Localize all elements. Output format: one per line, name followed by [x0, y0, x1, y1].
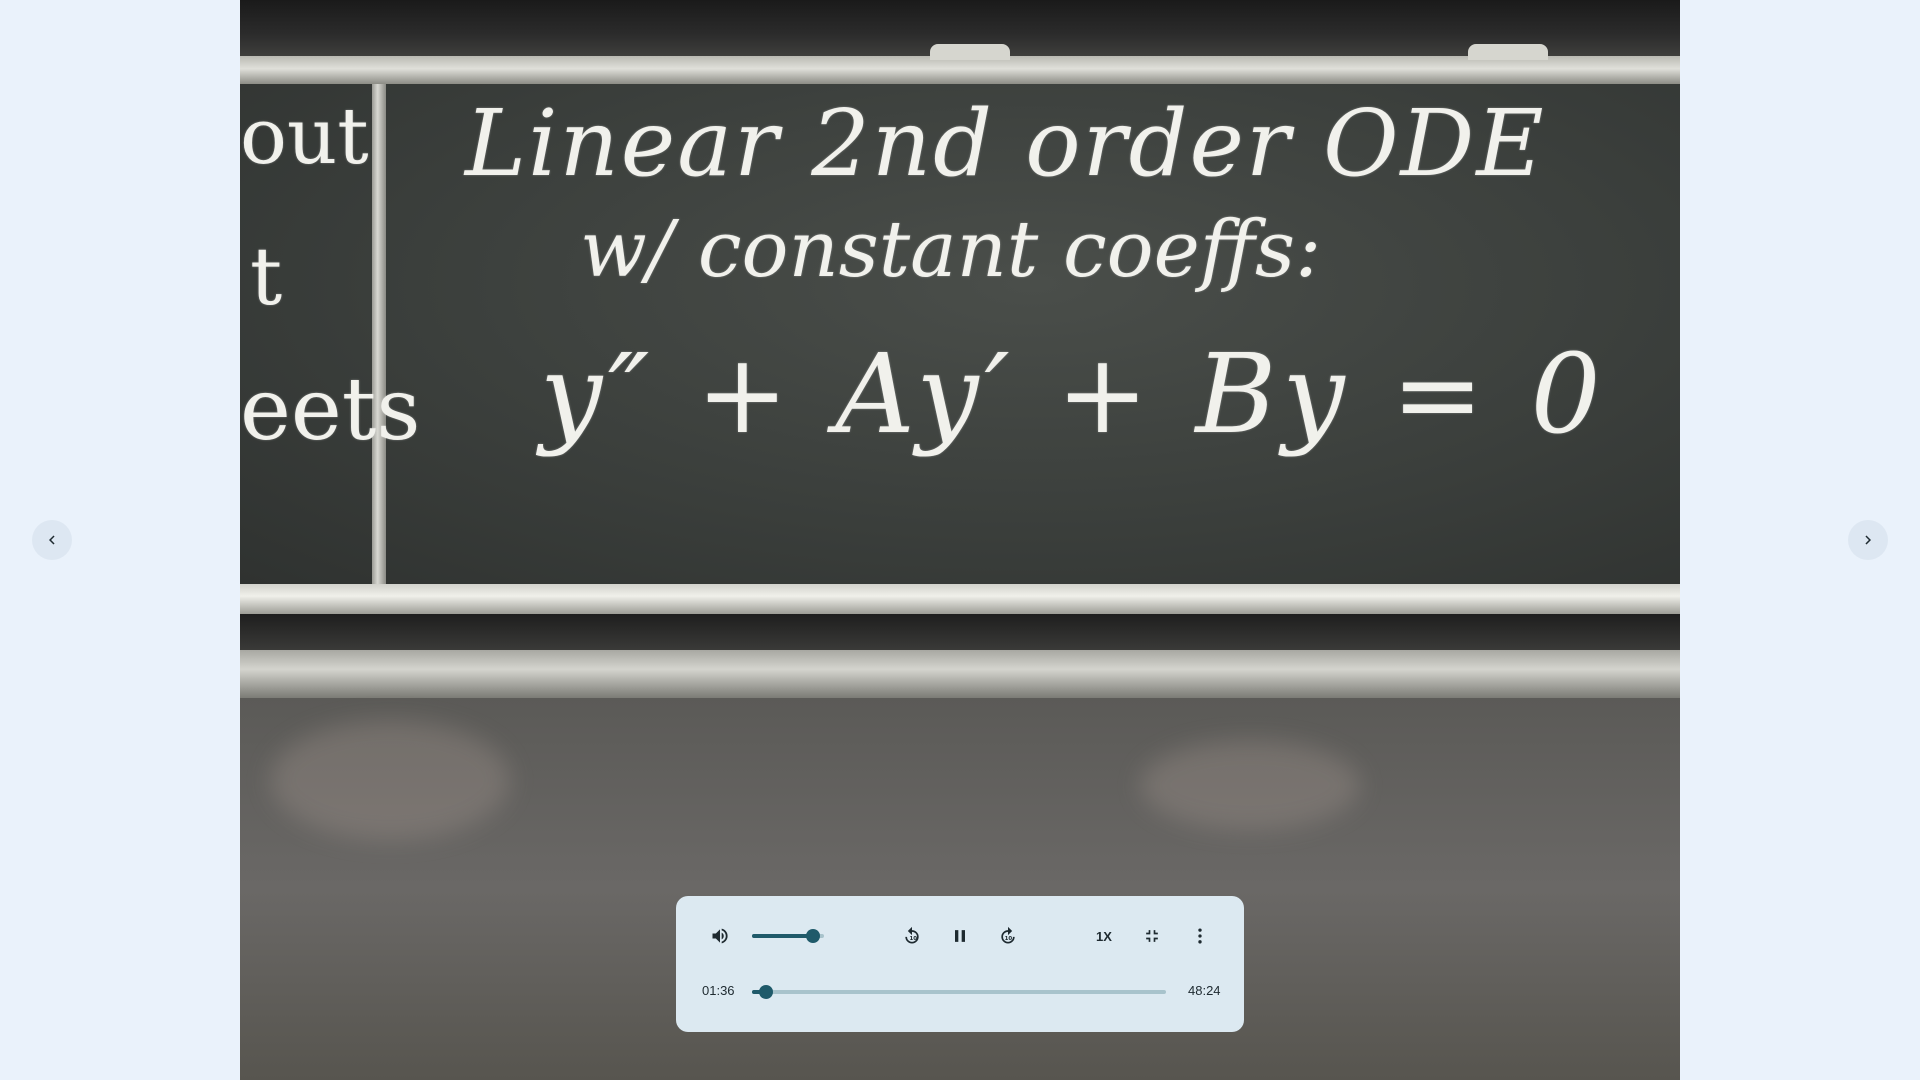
chevron-left-icon	[49, 535, 55, 545]
pause-icon	[955, 930, 965, 942]
chalk-smudge	[270, 720, 510, 840]
chalkboard-divider	[372, 84, 386, 584]
pause-button[interactable]	[944, 920, 976, 952]
replay-10-icon: 10	[905, 926, 919, 944]
duration-time: 48:24	[1188, 983, 1221, 998]
previous-button[interactable]	[32, 520, 72, 560]
chalk-subtitle: w/ constant coeffs:	[580, 205, 1322, 295]
more-options-button[interactable]	[1184, 920, 1216, 952]
chalk-equation: y″ + Ay′ + By = 0	[540, 330, 1607, 458]
seek-bar[interactable]	[752, 985, 1166, 999]
volume-button[interactable]	[704, 920, 736, 952]
tray-shadow	[240, 614, 1680, 650]
next-button[interactable]	[1848, 520, 1888, 560]
chalk-tray	[240, 584, 1680, 614]
forward-10-button[interactable]: 10	[992, 920, 1024, 952]
lower-rail	[240, 650, 1680, 698]
chalk-smudge	[1140, 740, 1360, 830]
exit-fullscreen-button[interactable]	[1136, 920, 1168, 952]
rewind-10-button[interactable]: 10	[896, 920, 928, 952]
current-time: 01:36	[702, 983, 735, 998]
seek-bar-thumb[interactable]	[758, 985, 773, 999]
svg-text:10: 10	[910, 936, 918, 942]
forward-10-icon: 10	[1001, 926, 1015, 944]
chalk-edge-text: eets	[240, 360, 421, 460]
more-vert-icon	[1198, 928, 1202, 944]
exit-fullscreen-icon	[1146, 930, 1158, 942]
chalk-edge-text: t	[250, 230, 283, 323]
player-controls: 10 10 1X 01:36 48:24	[676, 896, 1244, 1032]
video-clip	[1468, 44, 1548, 60]
volume-icon	[712, 928, 728, 944]
svg-text:10: 10	[1005, 936, 1013, 942]
viewer: out t eets Linear 2nd order ODE w/ const…	[0, 0, 1920, 1080]
video-top-rail	[240, 56, 1680, 84]
chevron-right-icon	[1865, 535, 1871, 545]
volume-slider[interactable]	[752, 929, 824, 943]
chalk-edge-text: out	[240, 92, 369, 182]
playback-speed-button[interactable]: 1X	[1088, 923, 1120, 949]
volume-slider-thumb[interactable]	[806, 929, 821, 943]
video-clip	[930, 44, 1010, 60]
chalk-title: Linear 2nd order ODE	[465, 90, 1546, 197]
volume-slider-fill	[752, 934, 814, 938]
